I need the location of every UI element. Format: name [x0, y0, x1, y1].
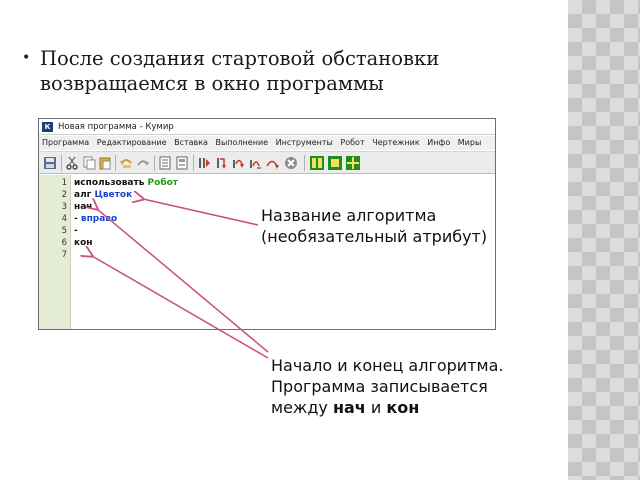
callout-algorithm-name-line-2: (необязательный атрибут) [261, 227, 488, 246]
toolbar [39, 151, 495, 174]
callout-begin-end-line-2: Программа записывается [271, 377, 488, 396]
bullet-text-line-2: возвращаемся в окно программы [40, 72, 384, 95]
title-bar: К Новая программа - Кумир [39, 119, 495, 135]
menu-item-worlds[interactable]: Миры [458, 136, 482, 150]
code-keyword: - [74, 226, 78, 236]
toolbar-separator [61, 155, 62, 171]
line-number-gutter: 1 2 3 4 5 6 7 [39, 175, 71, 329]
step-icon[interactable] [214, 156, 228, 170]
line-number: 3 [61, 202, 67, 212]
toolbar-separator [154, 155, 155, 171]
window-title: Новая программа - Кумир [58, 122, 174, 132]
code-keyword: алг [74, 190, 95, 200]
menu-item-info[interactable]: Инфо [427, 136, 450, 150]
code-line-5[interactable]: - [74, 226, 78, 237]
run-icon[interactable] [197, 156, 211, 170]
callout-algorithm-name-line-1: Название алгоритма [261, 206, 437, 225]
code-keyword: использовать [74, 178, 148, 188]
undo-icon[interactable] [119, 156, 133, 170]
bullet-marker: • [22, 50, 31, 66]
menu-bar: Программа Редактирование Вставка Выполне… [39, 136, 495, 150]
copy-icon[interactable] [82, 156, 96, 170]
toolbar-separator [193, 155, 194, 171]
code-editor[interactable]: 1 2 3 4 5 6 7 использовать Робот алг Цве… [39, 175, 495, 329]
keyword-end: кон [386, 398, 420, 417]
robot-grid-icon[interactable] [310, 156, 324, 170]
callout-text: между [271, 398, 333, 417]
paste-icon[interactable] [98, 156, 112, 170]
document-icon[interactable] [158, 156, 172, 170]
code-argument: Робот [147, 178, 179, 188]
line-number: 6 [61, 238, 67, 248]
robot-window-icon[interactable] [328, 156, 342, 170]
menu-item-edit[interactable]: Редактирование [97, 136, 167, 150]
code-argument: вправо [80, 214, 118, 224]
bullet-text: После создания стартовой обстановки возв… [40, 46, 550, 96]
menu-item-tools[interactable]: Инструменты [276, 136, 333, 150]
toolbar-separator [304, 155, 305, 171]
line-number: 4 [61, 214, 67, 224]
code-keyword: кон [74, 238, 93, 248]
callout-begin-end-line-3: между нач и кон [271, 397, 503, 418]
redo-icon[interactable] [136, 156, 150, 170]
line-number: 7 [61, 250, 67, 260]
step-over-icon[interactable] [265, 156, 279, 170]
kumir-app-icon: К [42, 122, 53, 132]
callout-text: и [365, 398, 387, 417]
menu-item-robot[interactable]: Робот [340, 136, 364, 150]
code-line-6[interactable]: кон [74, 238, 93, 249]
step-out-icon[interactable] [248, 156, 262, 170]
line-number: 5 [61, 226, 67, 236]
code-line-2[interactable]: алг Цветок [74, 190, 132, 201]
callout-begin-end: Начало и конец алгоритма. Программа запи… [271, 355, 503, 418]
code-keyword: нач [74, 202, 93, 212]
robot-plus-icon[interactable] [346, 156, 360, 170]
decorative-side-band [568, 0, 640, 480]
code-keyword: - [74, 214, 81, 224]
step-into-icon[interactable] [231, 156, 245, 170]
toolbar-separator [115, 155, 116, 171]
menu-item-program[interactable]: Программа [42, 136, 89, 150]
menu-item-drawer[interactable]: Чертежник [372, 136, 420, 150]
document2-icon[interactable] [175, 156, 189, 170]
line-number: 2 [61, 190, 67, 200]
line-number: 1 [61, 178, 67, 188]
code-argument: Цветок [94, 190, 133, 200]
callout-algorithm-name: Название алгоритма (необязательный атриб… [261, 205, 487, 247]
code-line-4[interactable]: - вправо [74, 214, 117, 225]
menu-item-run[interactable]: Выполнение [216, 136, 269, 150]
keyword-begin: нач [332, 398, 366, 417]
code-line-1[interactable]: использовать Робот [74, 178, 178, 189]
code-line-3[interactable]: нач [74, 202, 92, 213]
stop-icon[interactable] [284, 156, 298, 170]
cut-icon[interactable] [65, 156, 79, 170]
save-icon[interactable] [43, 156, 57, 170]
menu-item-insert[interactable]: Вставка [174, 136, 208, 150]
callout-begin-end-line-1: Начало и конец алгоритма. [271, 356, 504, 375]
bullet-text-line-1: После создания стартовой обстановки [40, 47, 440, 70]
